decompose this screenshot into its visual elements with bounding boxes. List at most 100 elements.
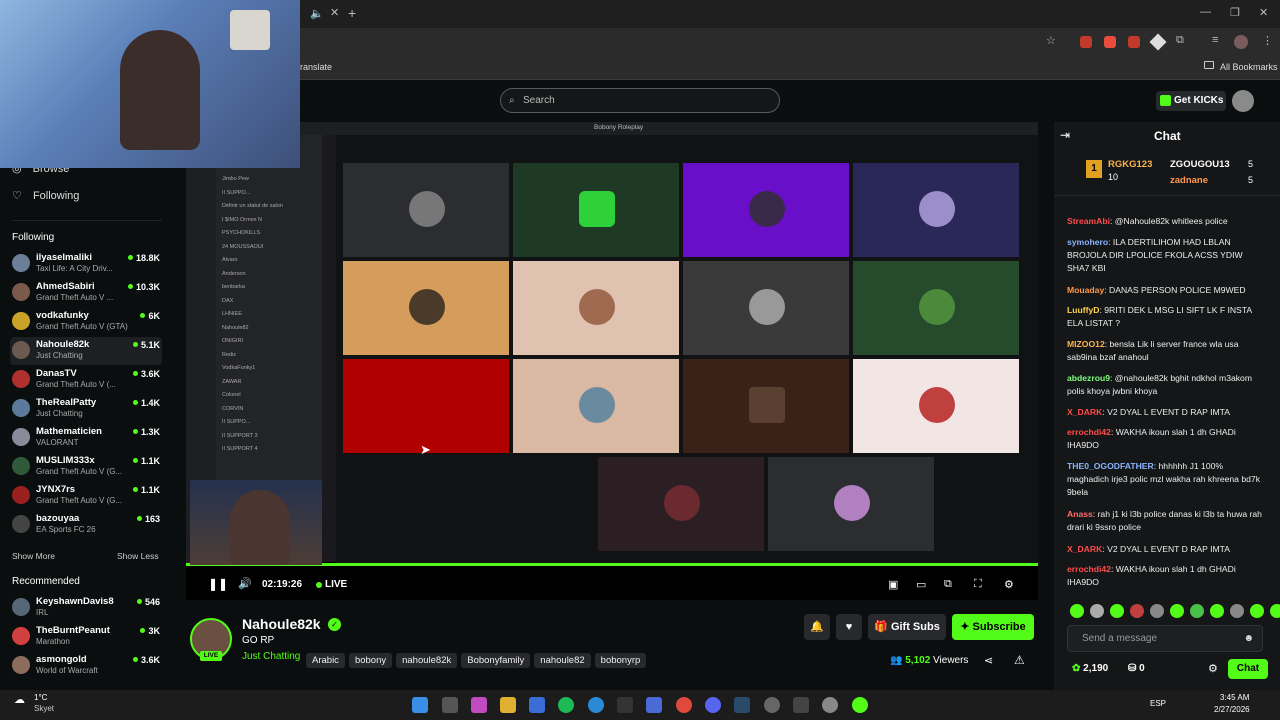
streamer-name[interactable]: Nahoule82k bbox=[242, 616, 321, 632]
sidebar-channel[interactable]: TheBurntPeanut Marathon 3K bbox=[10, 623, 162, 651]
maximize-icon[interactable]: ❐ bbox=[1230, 6, 1240, 19]
chrome-icon[interactable] bbox=[676, 697, 692, 713]
report-icon[interactable]: ⚠ bbox=[1014, 653, 1025, 667]
pip-icon[interactable]: ⧉ bbox=[944, 578, 952, 591]
media-control-icon[interactable]: ≡ bbox=[1212, 34, 1218, 46]
all-bookmarks[interactable]: All Bookmarks bbox=[1220, 62, 1278, 72]
settings-icon[interactable] bbox=[822, 697, 838, 713]
emote-icon[interactable] bbox=[1130, 604, 1144, 618]
spotify-icon[interactable] bbox=[558, 697, 574, 713]
emote-icon[interactable] bbox=[1090, 604, 1104, 618]
sidebar-channel[interactable]: asmongold World of Warcraft 3.6K bbox=[10, 652, 162, 680]
get-kicks-button[interactable]: Get KICKs bbox=[1156, 91, 1226, 111]
notification-bell-button[interactable]: 🔔 bbox=[804, 614, 830, 640]
sidebar-channel[interactable]: Mathematicien VALORANT 1.3K bbox=[10, 424, 162, 452]
tag[interactable]: Bobonyfamily bbox=[461, 653, 531, 668]
edge-icon[interactable] bbox=[588, 697, 604, 713]
follow-heart-button[interactable]: ♥ bbox=[836, 614, 862, 640]
file-explorer-icon[interactable] bbox=[500, 697, 516, 713]
collapse-chat-icon[interactable]: ⇥ bbox=[1060, 128, 1070, 142]
emote-icon[interactable] bbox=[1270, 604, 1280, 618]
tag[interactable]: bobonyrp bbox=[594, 653, 647, 668]
gift-subs-button[interactable]: 🎁 Gift Subs bbox=[868, 614, 946, 640]
chat-username[interactable]: errochdi42 bbox=[1067, 564, 1111, 574]
start-windows-icon[interactable] bbox=[412, 697, 428, 713]
sidebar-channel[interactable]: ilyaselmaliki Taxi Life: A City Driv... 18… bbox=[10, 250, 162, 278]
sidebar-channel[interactable]: KeyshawnDavis8 IRL 546 bbox=[10, 594, 162, 622]
profile-avatar[interactable] bbox=[1234, 35, 1248, 49]
chat-username[interactable]: symohero bbox=[1067, 237, 1108, 247]
tag[interactable]: Arabic bbox=[306, 653, 345, 668]
chat-username[interactable]: errochdi42 bbox=[1067, 427, 1111, 437]
fullscreen-icon[interactable]: ⛶ bbox=[974, 578, 982, 591]
weather-temp[interactable]: 1°C bbox=[34, 693, 47, 702]
minimize-icon[interactable]: — bbox=[1200, 6, 1211, 18]
mute-tab-icon[interactable]: 🔈 bbox=[310, 7, 324, 20]
settings-gear-icon[interactable]: ⚙ bbox=[1004, 578, 1014, 591]
close-tab-icon[interactable]: ✕ bbox=[330, 6, 339, 19]
extension-icon[interactable] bbox=[1149, 33, 1167, 51]
store-icon[interactable] bbox=[529, 697, 545, 713]
channel-points[interactable]: ✿ 2,190 bbox=[1072, 663, 1108, 674]
epic-games-icon[interactable] bbox=[617, 697, 633, 713]
bookmark-star-icon[interactable]: ☆ bbox=[1046, 34, 1056, 47]
emote-icon[interactable] bbox=[1110, 604, 1124, 618]
chat-username[interactable]: X_DARK bbox=[1067, 407, 1102, 417]
search-input[interactable]: ⌕ Search bbox=[500, 88, 780, 113]
extension-icon[interactable] bbox=[1104, 36, 1116, 48]
close-window-icon[interactable]: ✕ bbox=[1259, 6, 1268, 19]
emote-icon[interactable] bbox=[1190, 604, 1204, 618]
browser-menu-icon[interactable]: ⋮ bbox=[1262, 34, 1273, 47]
stream-category[interactable]: Just Chatting bbox=[242, 651, 300, 662]
sidebar-channel-active[interactable]: Nahoule82k Just Chatting 5.1K bbox=[10, 337, 162, 365]
emote-icon[interactable] bbox=[1230, 604, 1244, 618]
chat-username[interactable]: X_DARK bbox=[1067, 544, 1102, 554]
extension-icon[interactable] bbox=[1080, 36, 1092, 48]
clock-time[interactable]: 3:45 AM bbox=[1220, 693, 1249, 702]
share-icon[interactable]: ⋖ bbox=[984, 654, 993, 667]
chat-username[interactable]: Mouaday bbox=[1067, 285, 1104, 295]
gift-count[interactable]: ⛁ 0 bbox=[1128, 663, 1145, 674]
discord-icon[interactable] bbox=[705, 697, 721, 713]
chat-message-input[interactable]: Send a message ☻ bbox=[1067, 625, 1263, 652]
emoji-icon[interactable]: ☻ bbox=[1243, 626, 1254, 651]
tag[interactable]: nahoule82k bbox=[396, 653, 458, 668]
emote-icon[interactable] bbox=[1170, 604, 1184, 618]
sidebar-channel[interactable]: bazouyaa EA Sports FC 26 163 bbox=[10, 511, 162, 539]
chat-username[interactable]: MIZOO12 bbox=[1067, 339, 1105, 349]
taskbar-app-icon[interactable] bbox=[764, 697, 780, 713]
sidebar-channel[interactable]: MUSLIM333x Grand Theft Auto V (G... 1.1K bbox=[10, 453, 162, 481]
tag[interactable]: bobony bbox=[348, 653, 393, 668]
emote-icon[interactable] bbox=[1210, 604, 1224, 618]
copilot-icon[interactable] bbox=[471, 697, 487, 713]
taskbar-app-icon[interactable] bbox=[793, 697, 809, 713]
show-less-link[interactable]: Show Less bbox=[117, 551, 159, 561]
emote-icon[interactable] bbox=[1150, 604, 1164, 618]
theater-mode-icon[interactable]: ▭ bbox=[916, 578, 926, 591]
chat-settings-gear-icon[interactable]: ⚙ bbox=[1208, 662, 1218, 675]
language-indicator[interactable]: ESP bbox=[1150, 699, 1166, 708]
new-tab-icon[interactable]: + bbox=[348, 5, 356, 21]
sidebar-channel[interactable]: DanasTV Grand Theft Auto V (... 3.6K bbox=[10, 366, 162, 394]
user-avatar[interactable] bbox=[1232, 90, 1254, 112]
chat-username[interactable]: LuuffyD bbox=[1067, 305, 1099, 315]
pause-icon[interactable]: ❚❚ bbox=[208, 577, 228, 591]
chat-username[interactable]: abdezrou9 bbox=[1067, 373, 1110, 383]
taskbar-app-icon[interactable] bbox=[646, 697, 662, 713]
kick-app-icon[interactable] bbox=[852, 697, 868, 713]
tag[interactable]: nahoule82 bbox=[534, 653, 591, 668]
bookmark-item[interactable]: ranslate bbox=[300, 62, 332, 72]
extensions-puzzle-icon[interactable]: ⧉ bbox=[1176, 34, 1184, 47]
chat-username[interactable]: StreamAbi bbox=[1067, 216, 1110, 226]
volume-icon[interactable]: 🔊 bbox=[238, 577, 252, 590]
chat-username[interactable]: THE0_OGODFATHER bbox=[1067, 461, 1154, 471]
taskbar-app-icon[interactable] bbox=[442, 697, 458, 713]
sidebar-channel[interactable]: JYNX7rs Grand Theft Auto V (G... 1.1K bbox=[10, 482, 162, 510]
extension-icon[interactable] bbox=[1128, 36, 1140, 48]
sidebar-channel[interactable]: vodkafunky Grand Theft Auto V (GTA) 6K bbox=[10, 308, 162, 336]
sidebar-channel[interactable]: AhmedSabiri Grand Theft Auto V ... 10.3K bbox=[10, 279, 162, 307]
sidebar-channel[interactable]: TheRealPatty Just Chatting 1.4K bbox=[10, 395, 162, 423]
chat-send-button[interactable]: Chat bbox=[1228, 659, 1268, 679]
clip-icon[interactable]: ▣ bbox=[888, 578, 898, 591]
sidebar-nav-following[interactable]: ♡ Following bbox=[12, 189, 79, 202]
